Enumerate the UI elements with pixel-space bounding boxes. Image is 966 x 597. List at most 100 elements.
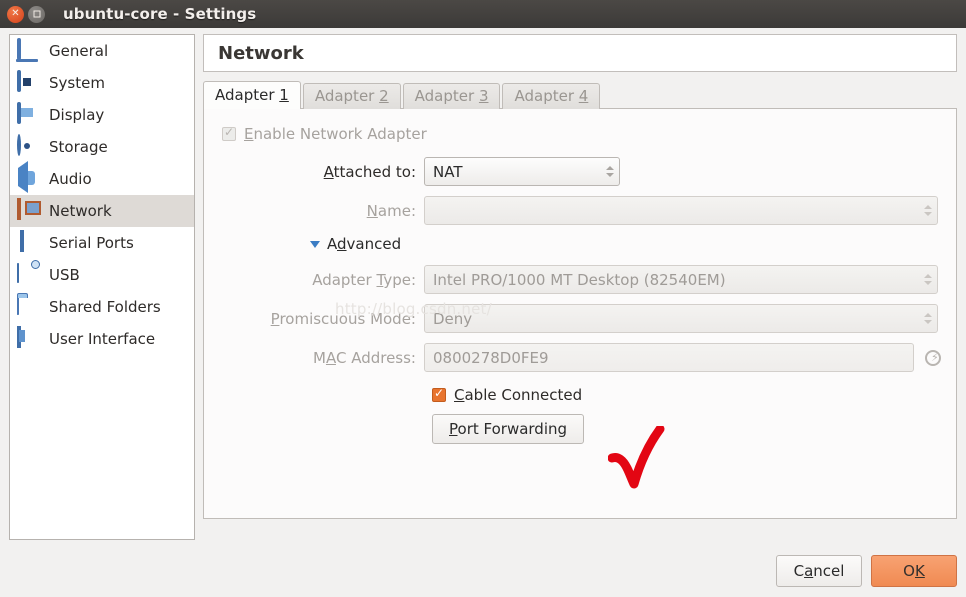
disk-icon bbox=[17, 136, 39, 158]
tab-label: Adapter bbox=[415, 87, 479, 105]
maximize-icon bbox=[33, 11, 40, 18]
label-pre: A bbox=[327, 235, 337, 253]
chevron-updown-icon bbox=[922, 205, 933, 216]
enable-network-adapter-checkbox[interactable] bbox=[222, 127, 236, 141]
sidebar-item-label: Storage bbox=[49, 138, 108, 156]
label-post: ype: bbox=[383, 271, 416, 289]
window-titlebar: ✕ ubuntu-core - Settings bbox=[0, 0, 966, 28]
adapter-type-value: Intel PRO/1000 MT Desktop (82540EM) bbox=[433, 271, 922, 289]
window-close-button[interactable]: ✕ bbox=[7, 6, 24, 23]
label-pre: O bbox=[903, 562, 915, 580]
sidebar-item-label: General bbox=[49, 42, 108, 60]
ok-button[interactable]: OK bbox=[871, 555, 957, 587]
adapter-tabstrip[interactable]: Adapter 1 Adapter 2 Adapter 3 Adapter 4 bbox=[203, 81, 957, 109]
sidebar-item-label: System bbox=[49, 74, 105, 92]
sidebar-item-label: Audio bbox=[49, 170, 92, 188]
tab-adapter-4[interactable]: Adapter 4 bbox=[502, 83, 600, 109]
name-label: Name: bbox=[204, 202, 424, 220]
tab-label: Adapter bbox=[514, 87, 578, 105]
sidebar-item-shared-folders[interactable]: Shared Folders bbox=[10, 291, 194, 323]
tab-accelerator: 3 bbox=[479, 87, 489, 105]
adapter-type-label: Adapter Type: bbox=[204, 271, 424, 289]
sidebar-item-system[interactable]: System bbox=[10, 67, 194, 99]
monitor-icon bbox=[17, 104, 39, 126]
window-layout-icon bbox=[17, 328, 39, 350]
port-forwarding-button[interactable]: Port Forwarding bbox=[432, 414, 584, 444]
tab-adapter-2[interactable]: Adapter 2 bbox=[303, 83, 401, 109]
sidebar-item-display[interactable]: Display bbox=[10, 99, 194, 131]
label-post: ame: bbox=[378, 202, 416, 220]
promiscuous-mode-combobox[interactable]: Deny bbox=[424, 304, 938, 333]
name-control bbox=[424, 196, 956, 225]
cancel-button[interactable]: Cancel bbox=[776, 555, 862, 587]
label-accel: A bbox=[324, 163, 334, 181]
attached-to-combobox[interactable]: NAT bbox=[424, 157, 620, 186]
sidebar-item-label: Serial Ports bbox=[49, 234, 134, 252]
attached-to-label: Attached to: bbox=[204, 163, 424, 181]
cable-connected-label: Cable Connected bbox=[454, 386, 582, 404]
attached-to-control: NAT bbox=[424, 157, 956, 186]
adapter-type-row: Adapter Type: Intel PRO/1000 MT Desktop … bbox=[204, 265, 956, 294]
sidebar-item-general[interactable]: General bbox=[10, 35, 194, 67]
mac-address-input[interactable]: 0800278D0FE9 bbox=[424, 343, 914, 372]
promiscuous-mode-label: Promiscuous Mode: bbox=[204, 310, 424, 328]
tab-accelerator: 4 bbox=[579, 87, 589, 105]
tab-accelerator: 1 bbox=[279, 86, 289, 104]
adapter-1-panel: Enable Network Adapter Attached to: NAT … bbox=[203, 108, 957, 519]
label-accel: C bbox=[454, 386, 464, 404]
label-post: able Connected bbox=[464, 386, 582, 404]
tab-accelerator: 2 bbox=[379, 87, 389, 105]
sidebar-item-usb[interactable]: USB bbox=[10, 259, 194, 291]
label-pre: Adapter bbox=[312, 271, 376, 289]
enable-network-adapter-row[interactable]: Enable Network Adapter bbox=[204, 125, 956, 143]
label-accel: A bbox=[326, 349, 336, 367]
dialog-buttons: Cancel OK bbox=[776, 555, 957, 587]
advanced-expander[interactable]: Advanced bbox=[204, 235, 956, 253]
sidebar-item-label: Shared Folders bbox=[49, 298, 161, 316]
attached-to-value: NAT bbox=[433, 163, 604, 181]
tab-adapter-1[interactable]: Adapter 1 bbox=[203, 81, 301, 109]
port-forwarding-block: Port Forwarding bbox=[204, 414, 956, 444]
window-title: ubuntu-core - Settings bbox=[63, 5, 256, 23]
settings-detail-pane: Network Adapter 1 Adapter 2 Adapter 3 Ad… bbox=[203, 34, 957, 519]
label-post: C Address: bbox=[336, 349, 416, 367]
window-maximize-button[interactable] bbox=[28, 6, 45, 23]
tab-label: Adapter bbox=[315, 87, 379, 105]
cable-connected-row[interactable]: Cable Connected bbox=[432, 386, 956, 404]
sidebar-item-storage[interactable]: Storage bbox=[10, 131, 194, 163]
label-post: romiscuous Mode: bbox=[279, 310, 416, 328]
sidebar-item-label: Network bbox=[49, 202, 112, 220]
label-post: vanced bbox=[347, 235, 402, 253]
label-accel: a bbox=[804, 562, 813, 580]
tab-label: Adapter bbox=[215, 86, 279, 104]
sidebar-item-serial-ports[interactable]: Serial Ports bbox=[10, 227, 194, 259]
adapter-type-combobox[interactable]: Intel PRO/1000 MT Desktop (82540EM) bbox=[424, 265, 938, 294]
settings-category-sidebar[interactable]: General System Display Storage Audio Net… bbox=[9, 34, 195, 540]
tab-adapter-3[interactable]: Adapter 3 bbox=[403, 83, 501, 109]
sidebar-item-user-interface[interactable]: User Interface bbox=[10, 323, 194, 355]
mac-address-value: 0800278D0FE9 bbox=[433, 349, 549, 367]
sidebar-item-audio[interactable]: Audio bbox=[10, 163, 194, 195]
refresh-mac-icon[interactable]: ⚡ bbox=[922, 347, 944, 369]
sidebar-item-label: User Interface bbox=[49, 330, 155, 348]
label-pre: M bbox=[313, 349, 326, 367]
name-combobox[interactable] bbox=[424, 196, 938, 225]
sidebar-item-network[interactable]: Network bbox=[10, 195, 194, 227]
serial-port-icon bbox=[17, 232, 39, 254]
enable-network-adapter-label: Enable Network Adapter bbox=[244, 125, 427, 143]
promiscuous-mode-control: Deny bbox=[424, 304, 956, 333]
chevron-updown-icon bbox=[604, 166, 615, 177]
adapter-type-control: Intel PRO/1000 MT Desktop (82540EM) bbox=[424, 265, 956, 294]
advanced-label: Advanced bbox=[327, 235, 401, 253]
usb-plug-icon bbox=[17, 264, 39, 286]
cable-connected-checkbox[interactable] bbox=[432, 388, 446, 402]
name-row: Name: bbox=[204, 196, 956, 225]
label-post: ttached to: bbox=[334, 163, 416, 181]
promiscuous-mode-row: Promiscuous Mode: Deny bbox=[204, 304, 956, 333]
speaker-icon bbox=[17, 168, 39, 190]
label-post: ncel bbox=[813, 562, 844, 580]
mac-address-control: 0800278D0FE9 ⚡ bbox=[424, 343, 956, 372]
label-post: ort Forwarding bbox=[458, 420, 568, 438]
mac-address-label: MAC Address: bbox=[204, 349, 424, 367]
label-accel: K bbox=[915, 562, 925, 580]
